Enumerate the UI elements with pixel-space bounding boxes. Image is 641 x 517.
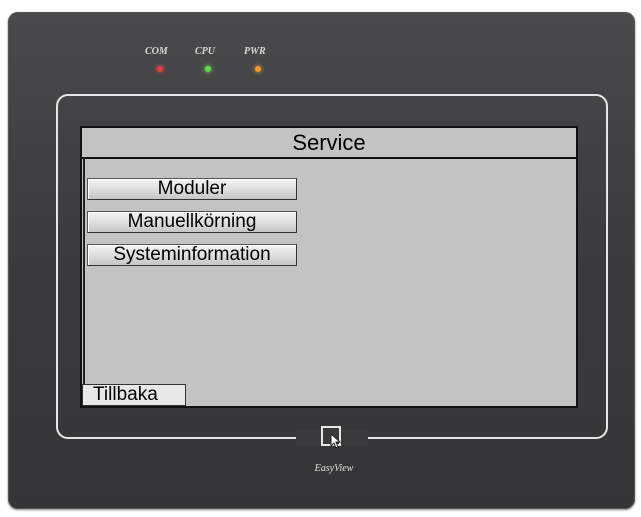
systeminformation-button[interactable]: Systeminformation bbox=[87, 244, 297, 266]
led-label-com: COM bbox=[145, 46, 168, 57]
hmi-screen: Service Moduler Manuellkörning Systeminf… bbox=[80, 126, 578, 408]
cpu-led-icon bbox=[205, 66, 211, 72]
page-title: Service bbox=[82, 128, 576, 159]
led-label-cpu: CPU bbox=[195, 46, 215, 57]
brand-logo-text: EasyView bbox=[314, 463, 354, 474]
screen-divider bbox=[83, 159, 85, 406]
manuellkorning-button[interactable]: Manuellkörning bbox=[87, 211, 297, 233]
back-button[interactable]: Tillbaka bbox=[82, 384, 186, 406]
pwr-led-icon bbox=[255, 66, 261, 72]
led-label-pwr: PWR bbox=[244, 46, 266, 57]
moduler-button[interactable]: Moduler bbox=[87, 178, 297, 200]
touch-hand-icon bbox=[321, 426, 342, 449]
com-led-icon bbox=[157, 66, 163, 72]
